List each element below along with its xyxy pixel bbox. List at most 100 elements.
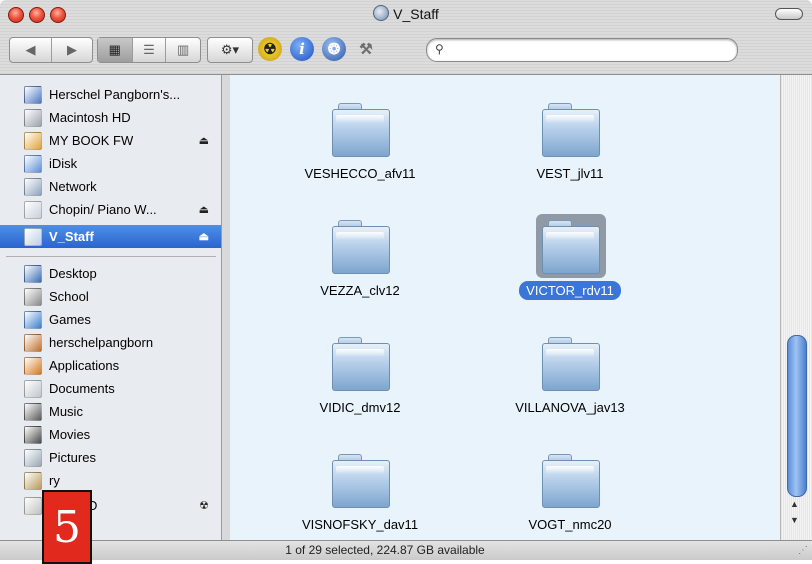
vertical-scrollbar[interactable]: ▲ ▼ xyxy=(780,75,812,540)
sidebar-item-label: Music xyxy=(49,404,83,419)
eject-icon[interactable]: ⏏ xyxy=(199,134,209,147)
folder-item[interactable]: VIDIC_dmv12 xyxy=(260,309,460,419)
folder-item[interactable]: VESHECCO_afv11 xyxy=(260,75,460,185)
folder-name: VISNOFSKY_dav11 xyxy=(301,517,419,532)
icon-view[interactable]: VESHECCO_afv11 VEST_jlv11 VEZZA_clv12 VICTO… xyxy=(230,75,780,540)
sidebar: Herschel Pangborn's... Macintosh HD MY BOO… xyxy=(0,75,222,540)
sidebar-item-label: School xyxy=(49,289,89,304)
sidebar-item-games[interactable]: Games xyxy=(0,308,221,331)
documents-icon xyxy=(24,379,42,398)
scrollbar-thumb[interactable] xyxy=(787,335,807,497)
applications-icon xyxy=(24,356,42,375)
sidebar-item-label: Games xyxy=(49,312,91,327)
action-menu-button[interactable]: ⚙▾ xyxy=(207,37,253,63)
icon-view-button[interactable]: ▦ xyxy=(98,38,133,62)
sidebar-item-v-staff[interactable]: V_Staff ⏏ xyxy=(0,225,221,248)
folder-icon xyxy=(542,220,600,274)
sidebar-item-label: MY BOOK FW xyxy=(49,133,134,148)
forward-button[interactable]: ▶ xyxy=(52,38,92,62)
folder-item[interactable]: VILLANOVA_jav13 xyxy=(470,309,670,419)
list-view-button[interactable]: ☰ xyxy=(133,38,167,62)
sidebar-divider xyxy=(6,256,216,257)
sidebar-item-documents[interactable]: Documents xyxy=(0,377,221,400)
folder-name: VICTOR_rdv11 xyxy=(470,281,670,300)
folder-item[interactable]: VEZZA_clv12 xyxy=(260,192,460,302)
sidebar-item-label: Applications xyxy=(49,358,120,373)
folder-icon xyxy=(542,337,600,391)
movies-icon xyxy=(24,425,42,444)
sidebar-item-pictures[interactable]: Pictures xyxy=(0,446,221,469)
desktop-icon xyxy=(24,264,42,283)
library-icon xyxy=(24,471,42,490)
sidebar-item-desktop[interactable]: Desktop xyxy=(0,262,221,285)
status-bar: 1 of 29 selected, 224.87 GB available ⋰ xyxy=(0,540,812,560)
sidebar-item-label: V_Staff xyxy=(49,229,94,244)
games-icon xyxy=(24,310,42,329)
pictures-icon xyxy=(24,448,42,467)
sidebar-item-led-dvd[interactable]: led DVD☢ xyxy=(0,494,221,517)
column-view-button[interactable]: ▥ xyxy=(166,38,200,62)
sidebar-item-label: Network xyxy=(49,179,97,194)
sidebar-item-school[interactable]: School xyxy=(0,285,221,308)
server-icon xyxy=(373,5,390,21)
finder-window: V_Staff ◀ ▶ ▦ ☰ ▥ ⚙▾ ☢ i ❂ ⚒ ⚲ Herschel … xyxy=(0,0,812,560)
scroll-up-arrow[interactable]: ▲ xyxy=(790,499,799,509)
computer-icon xyxy=(24,85,42,104)
sidebar-item-music[interactable]: Music xyxy=(0,400,221,423)
music-icon xyxy=(24,402,42,421)
sidebar-item-label: Macintosh HD xyxy=(49,110,131,125)
sidebar-item-label: ry xyxy=(49,473,60,488)
folder-item[interactable]: VICTOR_rdv11 xyxy=(470,192,670,302)
back-button[interactable]: ◀ xyxy=(10,38,52,62)
server-icon xyxy=(24,227,42,246)
folder-name: VESHECCO_afv11 xyxy=(304,166,416,181)
window-title: V_Staff xyxy=(0,5,812,22)
sidebar-item-ry[interactable]: ry xyxy=(0,469,221,492)
step-number-badge: 5 xyxy=(42,490,92,564)
folder-name: VEST_jlv11 xyxy=(536,166,604,181)
toolbar-toggle-button[interactable] xyxy=(775,8,803,20)
external-drive-icon xyxy=(24,131,42,150)
sidebar-item-label: Chopin/ Piano W... xyxy=(49,202,157,217)
sidebar-item-label: Pictures xyxy=(49,450,96,465)
sidebar-item-herschel-pangborn-s[interactable]: Herschel Pangborn's... xyxy=(0,83,221,106)
eject-icon[interactable]: ⏏ xyxy=(199,203,209,216)
eject-icon[interactable]: ⏏ xyxy=(199,230,209,243)
view-mode-control: ▦ ☰ ▥ xyxy=(97,37,201,63)
gear-icon: ⚙▾ xyxy=(220,42,240,57)
info-icon[interactable]: i xyxy=(290,37,314,61)
sidebar-item-macintosh-hd[interactable]: Macintosh HD xyxy=(0,106,221,129)
folder-icon xyxy=(332,454,390,508)
back-forward-control: ◀ ▶ xyxy=(9,37,93,63)
folder-item[interactable]: VISNOFSKY_dav11 xyxy=(260,426,460,536)
resize-grip[interactable]: ⋰ xyxy=(798,545,808,556)
home-icon xyxy=(24,333,42,352)
burn-icon[interactable]: ☢ xyxy=(258,37,282,61)
folder-name: VILLANOVA_jav13 xyxy=(515,400,625,415)
sidebar-item-applications[interactable]: Applications xyxy=(0,354,221,377)
folder-icon xyxy=(542,103,600,157)
network-icon xyxy=(24,177,42,196)
sidebar-item-idisk[interactable]: iDisk xyxy=(0,152,221,175)
utilities-icon[interactable]: ⚒ xyxy=(354,37,378,61)
search-input[interactable]: ⚲ xyxy=(426,38,738,62)
folder-name: VEZZA_clv12 xyxy=(320,283,400,298)
scroll-down-arrow[interactable]: ▼ xyxy=(790,515,799,525)
school-icon xyxy=(24,287,42,306)
title-bar[interactable]: V_Staff ◀ ▶ ▦ ☰ ▥ ⚙▾ ☢ i ❂ ⚒ ⚲ xyxy=(0,0,812,75)
cd-icon xyxy=(24,200,42,219)
folder-item[interactable]: VEST_jlv11 xyxy=(470,75,670,185)
sidebar-item-movies[interactable]: Movies xyxy=(0,423,221,446)
sidebar-item-herschelpangborn[interactable]: herschelpangborn xyxy=(0,331,221,354)
folder-item[interactable]: VOGT_nmc20 xyxy=(470,426,670,536)
sidebar-item-network[interactable]: Network xyxy=(0,175,221,198)
sidebar-item-my-book-fw[interactable]: MY BOOK FW ⏏ xyxy=(0,129,221,152)
sidebar-item-label: Herschel Pangborn's... xyxy=(49,87,181,102)
sidebar-item-label: iDisk xyxy=(49,156,78,171)
network-icon[interactable]: ❂ xyxy=(322,37,346,61)
folder-icon xyxy=(332,103,390,157)
sidebar-item-chopin-piano-w[interactable]: Chopin/ Piano W... ⏏ xyxy=(0,198,221,221)
search-icon: ⚲ xyxy=(435,42,444,56)
eject-icon[interactable]: ☢ xyxy=(199,499,209,512)
folder-icon xyxy=(332,220,390,274)
